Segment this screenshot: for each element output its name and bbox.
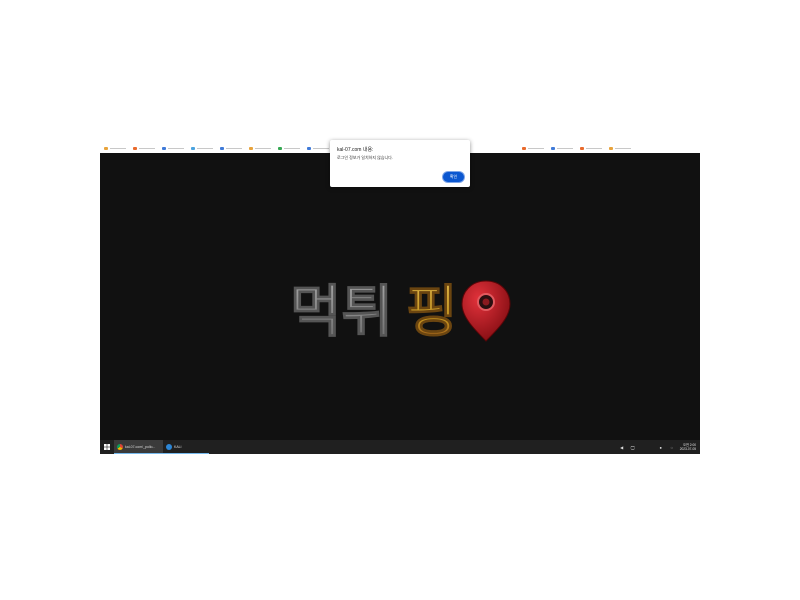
- windows-logo-icon[interactable]: [100, 440, 114, 454]
- bookmark-item[interactable]: [580, 143, 602, 153]
- volume-icon[interactable]: ●: [658, 443, 664, 451]
- chrome-icon: [117, 444, 123, 450]
- system-tray: ◀ 🖵 ● ◌ 오전 2:00 2023-07-05: [619, 443, 700, 451]
- taskbar-item-kali[interactable]: KALi: [163, 440, 209, 454]
- bookmark-item[interactable]: [191, 143, 213, 153]
- bookmark-item[interactable]: [249, 143, 271, 153]
- browser-screenshot: 먹튀 핑 kal-07.com 내용: 로그인 정보가 일치하지 않습니다. 확…: [100, 140, 700, 454]
- bookmark-item[interactable]: [278, 143, 300, 153]
- taskbar-item-label: kal-07.com/_pollo...: [125, 445, 156, 449]
- app-icon: [166, 444, 172, 450]
- site-logo: 먹튀 핑: [290, 280, 511, 343]
- logo-gray-text: 먹튀: [290, 280, 393, 343]
- notification-icon[interactable]: ◌: [669, 443, 675, 451]
- bookmark-item[interactable]: [104, 143, 126, 153]
- taskbar-item-label: KALi: [174, 445, 182, 449]
- bookmark-item[interactable]: [307, 143, 329, 153]
- clock-date: 2023-07-05: [679, 447, 696, 451]
- bookmark-item[interactable]: [551, 143, 573, 153]
- bookmark-item[interactable]: [220, 143, 242, 153]
- bookmark-item[interactable]: [133, 143, 155, 153]
- taskbar-item-chrome[interactable]: kal-07.com/_pollo...: [114, 440, 163, 454]
- alert-dialog: kal-07.com 내용: 로그인 정보가 일치하지 않습니다. 확인: [330, 140, 470, 187]
- bookmark-item[interactable]: [162, 143, 184, 153]
- dialog-title: kal-07.com 내용:: [337, 147, 374, 153]
- page-content: 먹튀 핑: [100, 153, 700, 440]
- map-pin-icon: [461, 280, 511, 342]
- taskbar: kal-07.com/_pollo... KALi ◀ 🖵 ● ◌ 오전 2:0…: [100, 440, 700, 454]
- clock[interactable]: 오전 2:00 2023-07-05: [680, 443, 696, 451]
- network-icon[interactable]: 🖵: [630, 443, 636, 451]
- dialog-message: 로그인 정보가 일치하지 않습니다.: [337, 155, 393, 160]
- chevron-icon[interactable]: ◀: [619, 443, 625, 451]
- bookmark-item[interactable]: [609, 143, 631, 153]
- ok-button[interactable]: 확인: [443, 172, 464, 182]
- logo-gold-text: 핑: [406, 280, 458, 343]
- bookmark-item[interactable]: [522, 143, 544, 153]
